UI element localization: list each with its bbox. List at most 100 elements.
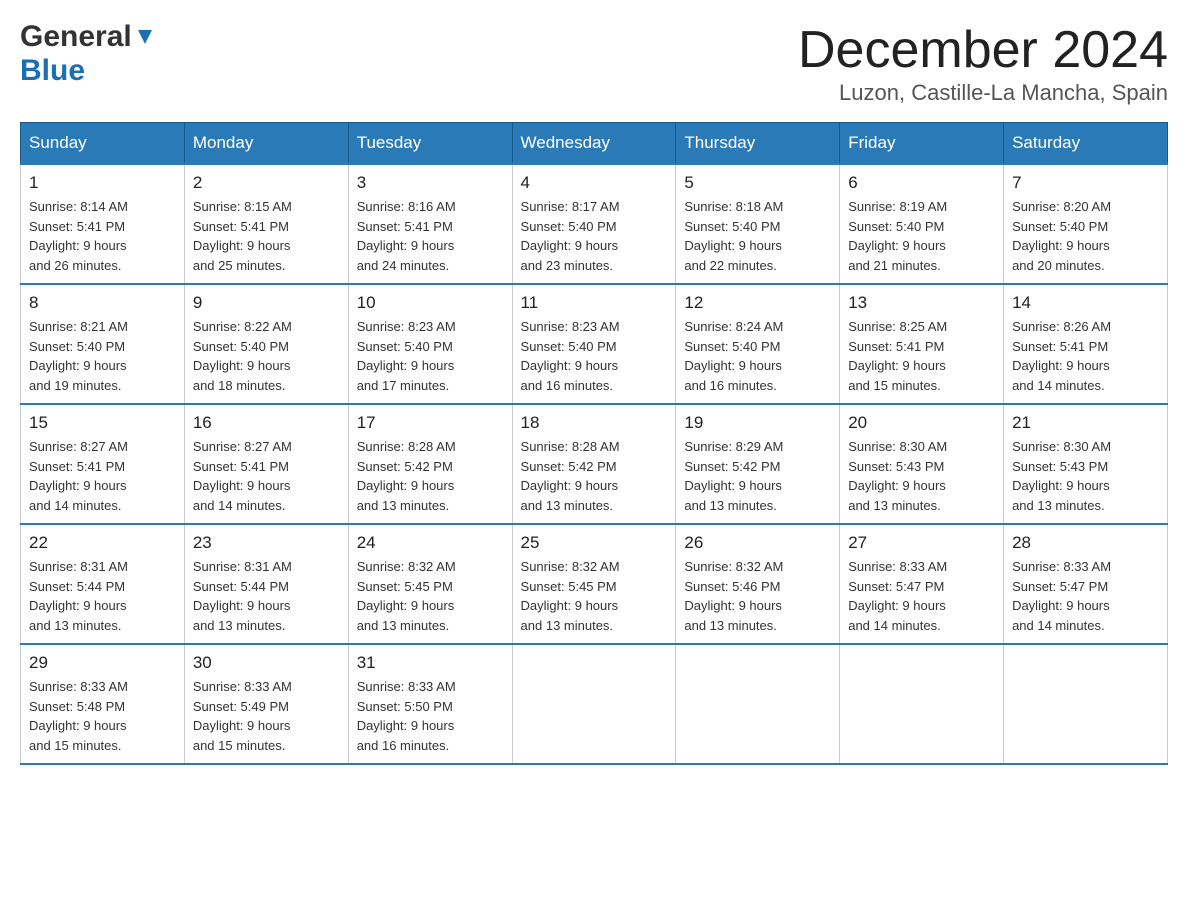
day-number: 13 (848, 293, 995, 313)
day-number: 10 (357, 293, 504, 313)
calendar-cell: 19 Sunrise: 8:29 AM Sunset: 5:42 PM Dayl… (676, 404, 840, 524)
calendar-cell: 5 Sunrise: 8:18 AM Sunset: 5:40 PM Dayli… (676, 164, 840, 284)
day-info: Sunrise: 8:33 AM Sunset: 5:48 PM Dayligh… (29, 677, 176, 755)
location-subtitle: Luzon, Castille-La Mancha, Spain (798, 80, 1168, 106)
day-number: 18 (521, 413, 668, 433)
logo-triangle-icon (134, 26, 156, 48)
calendar-cell: 12 Sunrise: 8:24 AM Sunset: 5:40 PM Dayl… (676, 284, 840, 404)
day-number: 26 (684, 533, 831, 553)
calendar-cell: 2 Sunrise: 8:15 AM Sunset: 5:41 PM Dayli… (184, 164, 348, 284)
day-number: 7 (1012, 173, 1159, 193)
calendar-cell: 10 Sunrise: 8:23 AM Sunset: 5:40 PM Dayl… (348, 284, 512, 404)
calendar-cell: 16 Sunrise: 8:27 AM Sunset: 5:41 PM Dayl… (184, 404, 348, 524)
calendar-cell: 9 Sunrise: 8:22 AM Sunset: 5:40 PM Dayli… (184, 284, 348, 404)
day-number: 14 (1012, 293, 1159, 313)
day-number: 24 (357, 533, 504, 553)
day-number: 23 (193, 533, 340, 553)
calendar-cell: 22 Sunrise: 8:31 AM Sunset: 5:44 PM Dayl… (21, 524, 185, 644)
day-info: Sunrise: 8:31 AM Sunset: 5:44 PM Dayligh… (29, 557, 176, 635)
day-number: 17 (357, 413, 504, 433)
week-row-2: 8 Sunrise: 8:21 AM Sunset: 5:40 PM Dayli… (21, 284, 1168, 404)
calendar-cell (1004, 644, 1168, 764)
logo-general-text: General (20, 20, 132, 54)
day-info: Sunrise: 8:23 AM Sunset: 5:40 PM Dayligh… (521, 317, 668, 395)
day-info: Sunrise: 8:25 AM Sunset: 5:41 PM Dayligh… (848, 317, 995, 395)
day-number: 25 (521, 533, 668, 553)
calendar-cell: 6 Sunrise: 8:19 AM Sunset: 5:40 PM Dayli… (840, 164, 1004, 284)
day-number: 16 (193, 413, 340, 433)
day-info: Sunrise: 8:15 AM Sunset: 5:41 PM Dayligh… (193, 197, 340, 275)
day-info: Sunrise: 8:33 AM Sunset: 5:47 PM Dayligh… (848, 557, 995, 635)
day-info: Sunrise: 8:16 AM Sunset: 5:41 PM Dayligh… (357, 197, 504, 275)
calendar-header-row: Sunday Monday Tuesday Wednesday Thursday… (21, 123, 1168, 165)
calendar-cell: 30 Sunrise: 8:33 AM Sunset: 5:49 PM Dayl… (184, 644, 348, 764)
header-tuesday: Tuesday (348, 123, 512, 165)
calendar-cell: 14 Sunrise: 8:26 AM Sunset: 5:41 PM Dayl… (1004, 284, 1168, 404)
logo: General Blue (20, 20, 156, 88)
calendar-cell: 3 Sunrise: 8:16 AM Sunset: 5:41 PM Dayli… (348, 164, 512, 284)
calendar-cell: 23 Sunrise: 8:31 AM Sunset: 5:44 PM Dayl… (184, 524, 348, 644)
calendar-cell: 11 Sunrise: 8:23 AM Sunset: 5:40 PM Dayl… (512, 284, 676, 404)
title-area: December 2024 Luzon, Castille-La Mancha,… (798, 20, 1168, 106)
calendar-cell: 24 Sunrise: 8:32 AM Sunset: 5:45 PM Dayl… (348, 524, 512, 644)
day-info: Sunrise: 8:32 AM Sunset: 5:45 PM Dayligh… (521, 557, 668, 635)
month-title: December 2024 (798, 20, 1168, 80)
day-number: 3 (357, 173, 504, 193)
calendar-cell: 25 Sunrise: 8:32 AM Sunset: 5:45 PM Dayl… (512, 524, 676, 644)
calendar-cell: 28 Sunrise: 8:33 AM Sunset: 5:47 PM Dayl… (1004, 524, 1168, 644)
day-info: Sunrise: 8:17 AM Sunset: 5:40 PM Dayligh… (521, 197, 668, 275)
day-number: 28 (1012, 533, 1159, 553)
day-number: 12 (684, 293, 831, 313)
day-info: Sunrise: 8:20 AM Sunset: 5:40 PM Dayligh… (1012, 197, 1159, 275)
calendar-cell: 20 Sunrise: 8:30 AM Sunset: 5:43 PM Dayl… (840, 404, 1004, 524)
day-info: Sunrise: 8:22 AM Sunset: 5:40 PM Dayligh… (193, 317, 340, 395)
calendar-cell: 29 Sunrise: 8:33 AM Sunset: 5:48 PM Dayl… (21, 644, 185, 764)
day-number: 31 (357, 653, 504, 673)
day-info: Sunrise: 8:27 AM Sunset: 5:41 PM Dayligh… (193, 437, 340, 515)
day-number: 20 (848, 413, 995, 433)
day-number: 6 (848, 173, 995, 193)
day-info: Sunrise: 8:21 AM Sunset: 5:40 PM Dayligh… (29, 317, 176, 395)
calendar-cell: 18 Sunrise: 8:28 AM Sunset: 5:42 PM Dayl… (512, 404, 676, 524)
week-row-5: 29 Sunrise: 8:33 AM Sunset: 5:48 PM Dayl… (21, 644, 1168, 764)
calendar-cell: 31 Sunrise: 8:33 AM Sunset: 5:50 PM Dayl… (348, 644, 512, 764)
calendar-cell (512, 644, 676, 764)
week-row-3: 15 Sunrise: 8:27 AM Sunset: 5:41 PM Dayl… (21, 404, 1168, 524)
day-info: Sunrise: 8:28 AM Sunset: 5:42 PM Dayligh… (357, 437, 504, 515)
day-number: 11 (521, 293, 668, 313)
day-number: 4 (521, 173, 668, 193)
day-number: 9 (193, 293, 340, 313)
day-info: Sunrise: 8:19 AM Sunset: 5:40 PM Dayligh… (848, 197, 995, 275)
day-info: Sunrise: 8:33 AM Sunset: 5:49 PM Dayligh… (193, 677, 340, 755)
calendar-cell: 8 Sunrise: 8:21 AM Sunset: 5:40 PM Dayli… (21, 284, 185, 404)
day-info: Sunrise: 8:23 AM Sunset: 5:40 PM Dayligh… (357, 317, 504, 395)
day-number: 5 (684, 173, 831, 193)
day-info: Sunrise: 8:14 AM Sunset: 5:41 PM Dayligh… (29, 197, 176, 275)
day-number: 27 (848, 533, 995, 553)
day-number: 30 (193, 653, 340, 673)
header-friday: Friday (840, 123, 1004, 165)
day-info: Sunrise: 8:27 AM Sunset: 5:41 PM Dayligh… (29, 437, 176, 515)
calendar-cell: 27 Sunrise: 8:33 AM Sunset: 5:47 PM Dayl… (840, 524, 1004, 644)
calendar-cell: 13 Sunrise: 8:25 AM Sunset: 5:41 PM Dayl… (840, 284, 1004, 404)
header-thursday: Thursday (676, 123, 840, 165)
day-info: Sunrise: 8:31 AM Sunset: 5:44 PM Dayligh… (193, 557, 340, 635)
day-number: 29 (29, 653, 176, 673)
day-info: Sunrise: 8:26 AM Sunset: 5:41 PM Dayligh… (1012, 317, 1159, 395)
week-row-1: 1 Sunrise: 8:14 AM Sunset: 5:41 PM Dayli… (21, 164, 1168, 284)
week-row-4: 22 Sunrise: 8:31 AM Sunset: 5:44 PM Dayl… (21, 524, 1168, 644)
day-info: Sunrise: 8:18 AM Sunset: 5:40 PM Dayligh… (684, 197, 831, 275)
calendar-cell: 15 Sunrise: 8:27 AM Sunset: 5:41 PM Dayl… (21, 404, 185, 524)
calendar-cell (676, 644, 840, 764)
day-number: 19 (684, 413, 831, 433)
header-sunday: Sunday (21, 123, 185, 165)
day-info: Sunrise: 8:32 AM Sunset: 5:45 PM Dayligh… (357, 557, 504, 635)
day-info: Sunrise: 8:33 AM Sunset: 5:47 PM Dayligh… (1012, 557, 1159, 635)
day-number: 2 (193, 173, 340, 193)
day-number: 8 (29, 293, 176, 313)
day-info: Sunrise: 8:32 AM Sunset: 5:46 PM Dayligh… (684, 557, 831, 635)
calendar-cell: 4 Sunrise: 8:17 AM Sunset: 5:40 PM Dayli… (512, 164, 676, 284)
page-header: General Blue December 2024 Luzon, Castil… (20, 20, 1168, 106)
calendar-cell: 7 Sunrise: 8:20 AM Sunset: 5:40 PM Dayli… (1004, 164, 1168, 284)
header-monday: Monday (184, 123, 348, 165)
